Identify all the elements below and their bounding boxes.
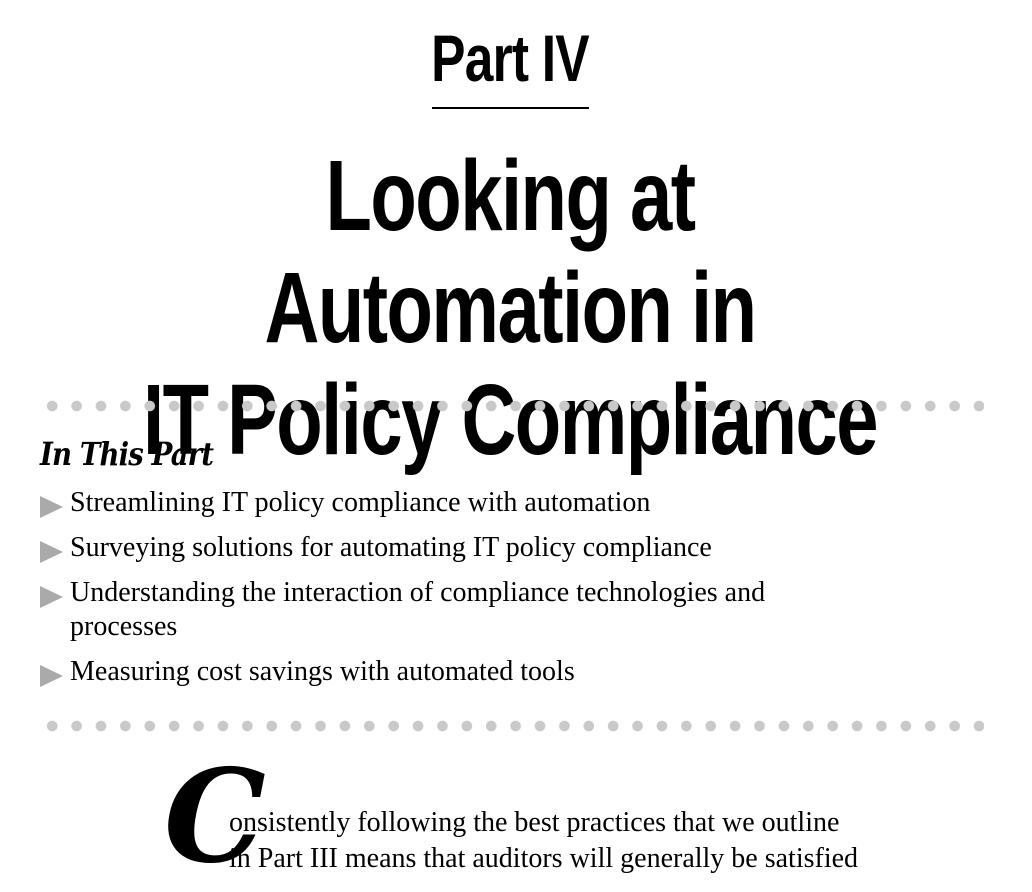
in-this-part-list: Streamlining IT policy compliance with a… [40, 486, 940, 700]
list-item: Surveying solutions for automating IT po… [40, 531, 940, 565]
list-item-text: Measuring cost savings with automated to… [70, 656, 575, 687]
bullet-arrow-icon [40, 586, 63, 608]
part-title: Looking at Automation in IT Policy Compl… [122, 140, 897, 476]
dotted-divider-top [40, 400, 984, 412]
bullet-arrow-icon [40, 541, 63, 563]
list-item: Measuring cost savings with automated to… [40, 655, 940, 689]
part-rule [432, 107, 589, 109]
list-item: Streamlining IT policy compliance with a… [40, 486, 940, 520]
bullet-arrow-icon [40, 496, 63, 518]
list-item-text-continued: processes [70, 611, 178, 642]
in-this-part-heading: In This Part [40, 435, 214, 473]
intro-text-line-2: in Part III means that auditors will gen… [229, 843, 859, 874]
list-item: Understanding the interaction of complia… [40, 576, 940, 644]
part-title-line-2: IT Policy Compliance [142, 364, 879, 476]
bullet-arrow-icon [40, 665, 63, 687]
list-item-text: Streamlining IT policy compliance with a… [70, 487, 651, 518]
dotted-divider-bottom [40, 720, 984, 732]
part-title-line-1: Looking at Automation in [264, 140, 757, 364]
intro-text-line-1: onsistently following the best practices… [229, 807, 840, 838]
part-label: Part IV [431, 21, 589, 95]
list-item-text: Understanding the interaction of complia… [70, 577, 766, 608]
list-item-text: Surveying solutions for automating IT po… [70, 532, 712, 563]
